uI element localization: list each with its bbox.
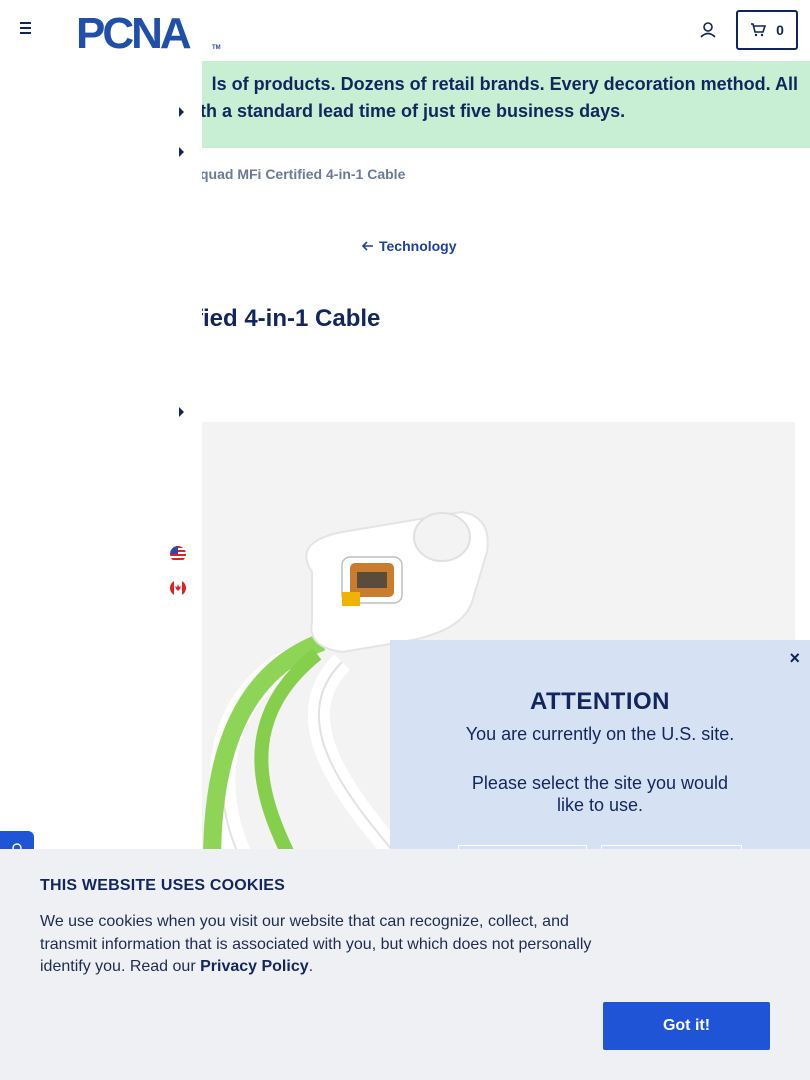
promo-banner-text: ls of products. Dozens of retail brands.… bbox=[202, 71, 798, 125]
attention-modal: × ATTENTION You are currently on the U.S… bbox=[390, 640, 810, 875]
us-flag-icon[interactable] bbox=[170, 546, 186, 562]
caret-right-icon[interactable] bbox=[179, 407, 184, 417]
cookie-period: . bbox=[308, 958, 314, 975]
caret-right-icon[interactable] bbox=[179, 147, 184, 157]
privacy-policy-link[interactable]: Privacy Policy bbox=[200, 958, 309, 975]
account-icon[interactable] bbox=[698, 20, 718, 40]
cookie-title: THIS WEBSITE USES COOKIES bbox=[40, 877, 286, 894]
close-icon[interactable]: × bbox=[789, 648, 800, 669]
cart-count: 0 bbox=[776, 22, 784, 38]
breadcrumb[interactable]: quad MFi Certified 4-in-1 Cable bbox=[200, 166, 405, 182]
svg-text:TM: TM bbox=[212, 45, 221, 51]
promo-banner: ls of products. Dozens of retail brands.… bbox=[202, 61, 810, 148]
promo-line-2: th a standard lead time of just five bus… bbox=[202, 101, 626, 121]
arrow-left-icon bbox=[362, 241, 373, 251]
site-header: PCNA TM 0 bbox=[0, 0, 810, 60]
cart-button[interactable]: 0 bbox=[736, 10, 798, 50]
menu-icon[interactable] bbox=[20, 22, 36, 38]
product-title: fied 4-in-1 Cable bbox=[195, 305, 381, 332]
back-to-technology-link[interactable]: Technology bbox=[362, 238, 457, 254]
modal-select-site-text: Please select the site you would like to… bbox=[471, 773, 729, 815]
accept-cookies-button[interactable]: Got it! bbox=[603, 1002, 770, 1050]
cookie-text: We use cookies when you visit our websit… bbox=[40, 911, 610, 979]
modal-title: ATTENTION bbox=[529, 688, 671, 715]
back-link-label: Technology bbox=[379, 238, 457, 254]
modal-current-site-text: You are currently on the U.S. site. bbox=[465, 724, 735, 744]
pcna-logo[interactable]: PCNA TM bbox=[76, 8, 226, 58]
caret-right-icon[interactable] bbox=[179, 107, 184, 117]
cart-icon bbox=[751, 23, 767, 37]
cookie-body: We use cookies when you visit our websit… bbox=[40, 913, 592, 975]
svg-text:PCNA: PCNA bbox=[76, 9, 191, 52]
cookie-banner: THIS WEBSITE USES COOKIES We use cookies… bbox=[0, 849, 810, 1080]
promo-line-1: ls of products. Dozens of retail brands.… bbox=[211, 74, 798, 94]
canada-flag-icon[interactable] bbox=[170, 580, 186, 596]
